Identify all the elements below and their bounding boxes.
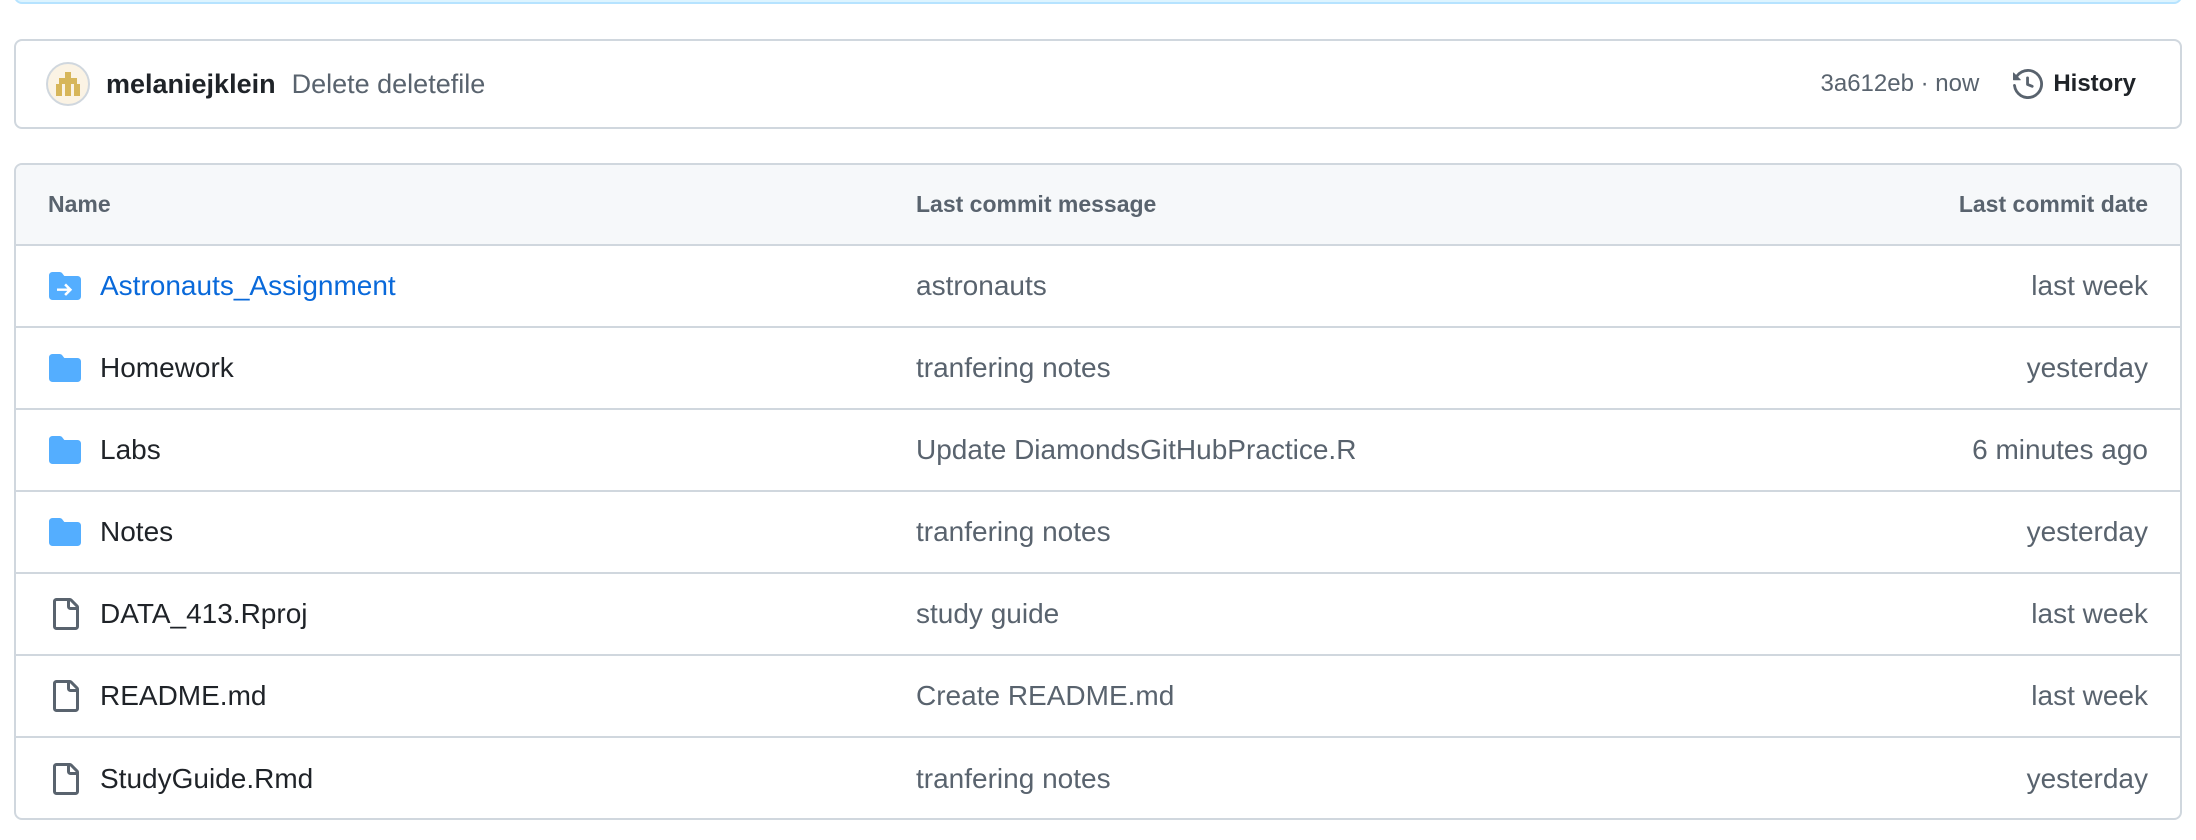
submodule-folder-icon [48, 269, 82, 303]
file-name[interactable]: StudyGuide.Rmd [100, 763, 313, 795]
commit-date: last week [2031, 598, 2148, 629]
header-name: Name [48, 191, 111, 217]
info-banner [14, 0, 2182, 4]
commit-message-link[interactable]: tranfering notes [916, 352, 1111, 384]
commit-date: yesterday [2026, 352, 2148, 383]
table-row[interactable]: README.md Create README.md last week [16, 656, 2180, 738]
table-row[interactable]: DATA_413.Rproj study guide last week [16, 574, 2180, 656]
commit-message-link[interactable]: tranfering notes [916, 516, 1111, 548]
file-name[interactable]: Labs [100, 434, 161, 466]
table-row[interactable]: Labs Update DiamondsGitHubPractice.R 6 m… [16, 410, 2180, 492]
history-label: History [2053, 70, 2136, 97]
header-last-commit-date: Last commit date [1958, 191, 2148, 217]
commit-message-link[interactable]: study guide [916, 598, 1059, 630]
commit-message[interactable]: Delete deletefile [292, 69, 486, 100]
header-last-commit-message: Last commit message [916, 191, 1157, 217]
commit-date: yesterday [2026, 516, 2148, 547]
commit-message-link[interactable]: Update DiamondsGitHubPractice.R [916, 434, 1356, 466]
commit-message-link[interactable]: Create README.md [916, 680, 1174, 712]
commit-date: last week [2031, 270, 2148, 301]
file-name[interactable]: Homework [100, 352, 234, 384]
folder-icon [48, 515, 82, 549]
commit-sha-time[interactable]: 3a612eb · now [1821, 70, 1980, 98]
table-row[interactable]: Notes tranfering notes yesterday [16, 492, 2180, 574]
history-icon [2013, 69, 2044, 99]
folder-icon [48, 433, 82, 467]
history-button[interactable]: History [2009, 61, 2150, 107]
file-icon [48, 597, 82, 631]
commit-author[interactable]: melaniejklein [106, 69, 276, 100]
commit-date: last week [2031, 680, 2148, 711]
table-row[interactable]: Homework tranfering notes yesterday [16, 328, 2180, 410]
file-name[interactable]: Astronauts_Assignment [100, 270, 396, 302]
file-icon [48, 679, 82, 713]
commit-message-link[interactable]: astronauts [916, 270, 1047, 302]
file-name[interactable]: README.md [100, 680, 266, 712]
file-table: Name Last commit message Last commit dat… [14, 163, 2182, 820]
commit-date: 6 minutes ago [1972, 434, 2148, 465]
file-name[interactable]: Notes [100, 516, 173, 548]
folder-icon [48, 351, 82, 385]
commit-message-link[interactable]: tranfering notes [916, 763, 1111, 795]
latest-commit-bar: melaniejklein Delete deletefile 3a612eb … [14, 39, 2182, 129]
file-name[interactable]: DATA_413.Rproj [100, 598, 308, 630]
avatar[interactable] [46, 62, 90, 106]
identicon-icon [56, 72, 80, 96]
commit-date: yesterday [2026, 763, 2148, 794]
file-icon [48, 762, 82, 796]
table-row[interactable]: Astronauts_Assignment astronauts last we… [16, 246, 2180, 328]
table-header: Name Last commit message Last commit dat… [16, 165, 2180, 246]
table-row[interactable]: StudyGuide.Rmd tranfering notes yesterda… [16, 738, 2180, 818]
